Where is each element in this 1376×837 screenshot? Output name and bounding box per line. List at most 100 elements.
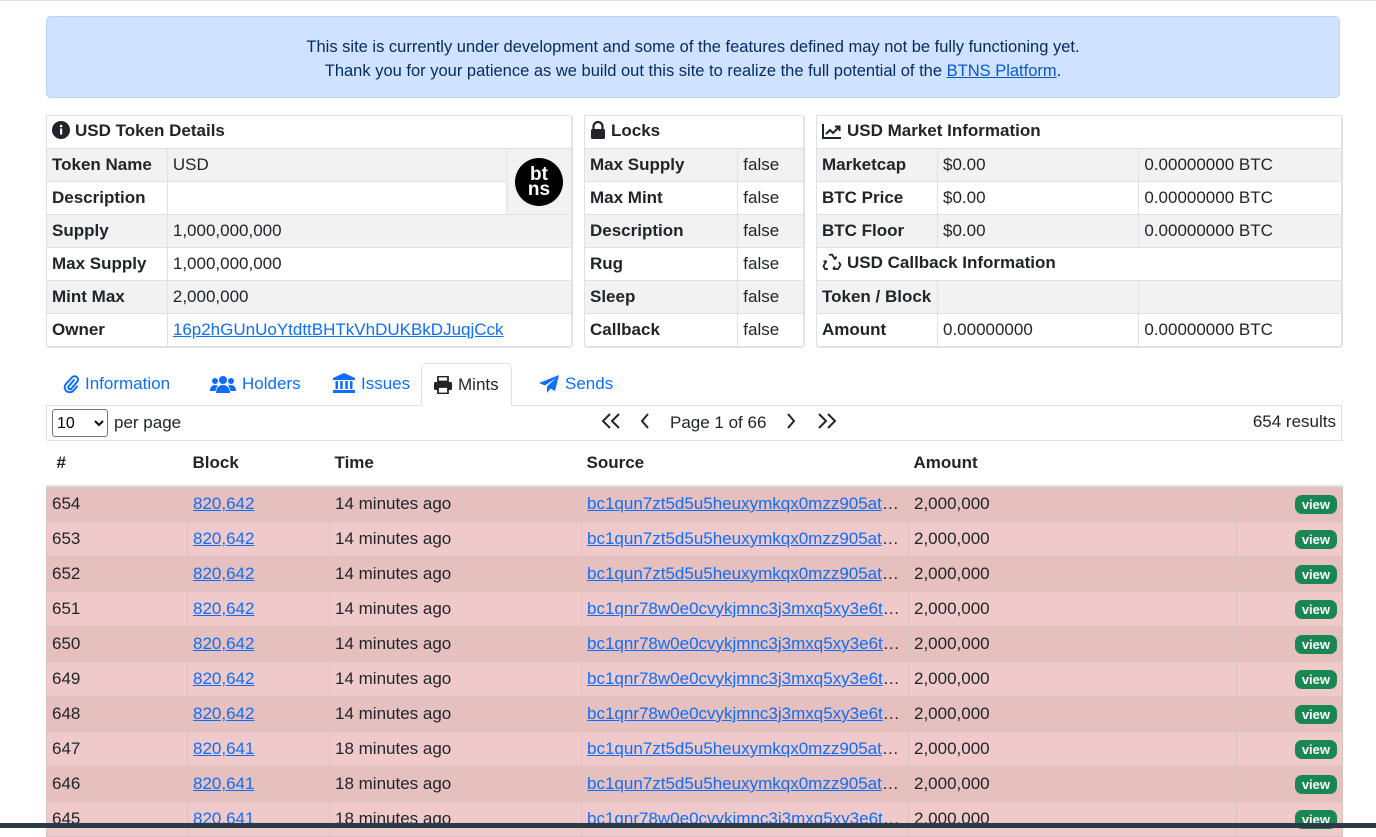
tab-sends[interactable]: Sends [527,363,625,404]
view-button[interactable]: view [1294,634,1337,654]
chart-line-icon [822,123,842,144]
block-link[interactable]: 820,642 [193,599,254,618]
source-address-link[interactable]: bc1qun7zt5d5u5heuxymkqx0mzz905atxxxxxxx [587,564,908,583]
last-page-icon[interactable] [816,412,838,435]
row-amount: 2,000,000 [908,556,1237,592]
tab-information[interactable]: Information [51,363,182,404]
token-name-label: Token Name [46,148,168,182]
view-button[interactable]: view [1294,704,1337,724]
source-address-link[interactable]: bc1qun7zt5d5u5heuxymkqx0mzz905atxxxxxxx [587,529,908,548]
row-time: 18 minutes ago [329,766,582,802]
token-name-value: USD [166,148,508,182]
view-button[interactable]: view [1294,564,1337,584]
row-time: 14 minutes ago [329,591,582,627]
btc-price-usd: $0.00 [936,181,1140,215]
row-number: 654 [46,485,188,522]
block-link[interactable]: 820,642 [193,529,254,548]
source-address-link[interactable]: bc1qnr78w0e0cvykjmnc3j3mxq5xy3e6txxxxxx [587,669,908,688]
alert-line-2: Thank you for your patience as we build … [324,62,1062,80]
row-block: 820,642 [187,591,330,627]
row-time: 14 minutes ago [329,626,582,662]
bank-icon [333,373,355,393]
prev-page-icon[interactable] [639,412,651,435]
source-address-link[interactable]: bc1qnr78w0e0cvykjmnc3j3mxq5xy3e6txxxxxx [587,599,908,618]
row-source: bc1qnr78w0e0cvykjmnc3j3mxq5xy3e6txxxxxx [581,626,909,662]
marketcap-btc: 0.00000000 BTC [1138,148,1342,182]
next-page-icon[interactable] [785,412,797,435]
block-link[interactable]: 820,642 [193,494,254,513]
row-block: 820,641 [187,766,330,802]
block-link[interactable]: 820,642 [193,564,254,583]
view-button[interactable]: view [1294,494,1337,514]
lock-sleep-label: Sleep [583,280,739,314]
callback-info-title: USD Callback Information [847,252,1056,272]
pagination-bar: 10 per page Page 1 of 66 654 results [46,404,1342,440]
view-button[interactable]: view [1294,599,1337,619]
token-block-label: Token / Block [816,280,938,314]
row-time: 14 minutes ago [329,556,582,592]
lock-icon [590,120,606,144]
btc-price-label: BTC Price [816,181,938,215]
locks-table: Locks Max Supply false Max Mint false Desc… [583,115,804,347]
table-row: 648 820,642 14 minutes ago bc1qnr78w0e0cvyk… [46,696,1343,732]
block-link[interactable]: 820,641 [193,739,254,758]
source-address-link[interactable]: bc1qun7zt5d5u5heuxymkqx0mzz905atxxxxxxx [587,739,908,758]
row-source: bc1qun7zt5d5u5heuxymkqx0mzz905atxxxxxxx [581,731,909,767]
taskbar-edge [0,823,1376,828]
source-address-link[interactable]: bc1qun7zt5d5u5heuxymkqx0mzz905atxxxxxxx [587,494,908,513]
lock-sleep-value: false [737,280,804,314]
view-button[interactable]: view [1294,774,1337,794]
source-address-link[interactable]: bc1qnr78w0e0cvykjmnc3j3mxq5xy3e6txxxxxx [587,634,908,653]
mint-max-value: 2,000,000 [166,280,573,314]
row-number: 645 [46,801,188,837]
lock-max-supply-label: Max Supply [583,148,739,182]
source-address-link[interactable]: bc1qnr78w0e0cvykjmnc3j3mxq5xy3e6txxxxxx [587,704,908,723]
callback-amount-btc: 0.00000000 BTC [1138,313,1342,347]
view-button[interactable]: view [1294,529,1337,549]
col-source: Source [581,440,909,487]
token-details-table: USD Token Details Token Name USD bt ns Des… [46,115,573,347]
btc-floor-usd: $0.00 [936,214,1140,248]
block-link[interactable]: 820,642 [193,669,254,688]
tab-issues[interactable]: Issues [321,363,422,404]
row-amount: 2,000,000 [908,626,1237,662]
row-source: bc1qun7zt5d5u5heuxymkqx0mzz905atxxxxxxx [581,485,909,522]
page-indicator: Page 1 of 66 [670,413,767,432]
block-link[interactable]: 820,642 [193,634,254,653]
row-number: 650 [46,626,188,662]
block-link[interactable]: 820,642 [193,704,254,723]
row-block: 820,642 [187,696,330,732]
supply-value: 1,000,000,000 [166,214,573,248]
token-tabs: Information Holders Issues Mints Sends [46,363,1342,406]
tab-mints[interactable]: Mints [421,363,512,406]
lock-rug-value: false [737,247,804,281]
first-page-icon[interactable] [600,412,622,435]
row-source: bc1qnr78w0e0cvykjmnc3j3mxq5xy3e6txxxxxx [581,696,909,732]
marketcap-usd: $0.00 [936,148,1140,182]
table-row: 654 820,642 14 minutes ago bc1qun7zt5d5u5he… [46,485,1343,522]
mint-max-label: Mint Max [46,280,168,314]
tab-holders[interactable]: Holders [198,363,313,404]
row-block: 820,642 [187,485,330,522]
token-details-title: USD Token Details [75,120,225,140]
view-button[interactable]: view [1294,669,1337,689]
results-count: 654 results [1252,412,1336,431]
owner-address-link[interactable]: 16p2hGUnUoYtdttBHTkVhDUKBkDJuqjCck [173,320,504,339]
row-amount: 2,000,000 [908,661,1237,697]
row-actions: view [1236,626,1343,662]
row-amount: 2,000,000 [908,766,1237,802]
row-actions: view [1236,661,1343,697]
view-button[interactable]: view [1294,739,1337,759]
callback-amount-value: 0.00000000 [936,313,1140,347]
row-block: 820,642 [187,556,330,592]
lock-max-supply-value: false [737,148,804,182]
locks-header: Locks [584,115,804,149]
mints-header-row: # Block Time Source Amount [46,440,1343,487]
table-row: 651 820,642 14 minutes ago bc1qnr78w0e0cvyk… [46,591,1343,627]
row-source: bc1qun7zt5d5u5heuxymkqx0mzz905atxxxxxxx [581,521,909,557]
block-link[interactable]: 820,641 [193,774,254,793]
per-page-select[interactable]: 10 [52,409,108,437]
source-address-link[interactable]: bc1qun7zt5d5u5heuxymkqx0mzz905atxxxxxxx [587,774,908,793]
lock-description-value: false [737,214,804,248]
btns-platform-link[interactable]: BTNS Platform [947,62,1057,80]
